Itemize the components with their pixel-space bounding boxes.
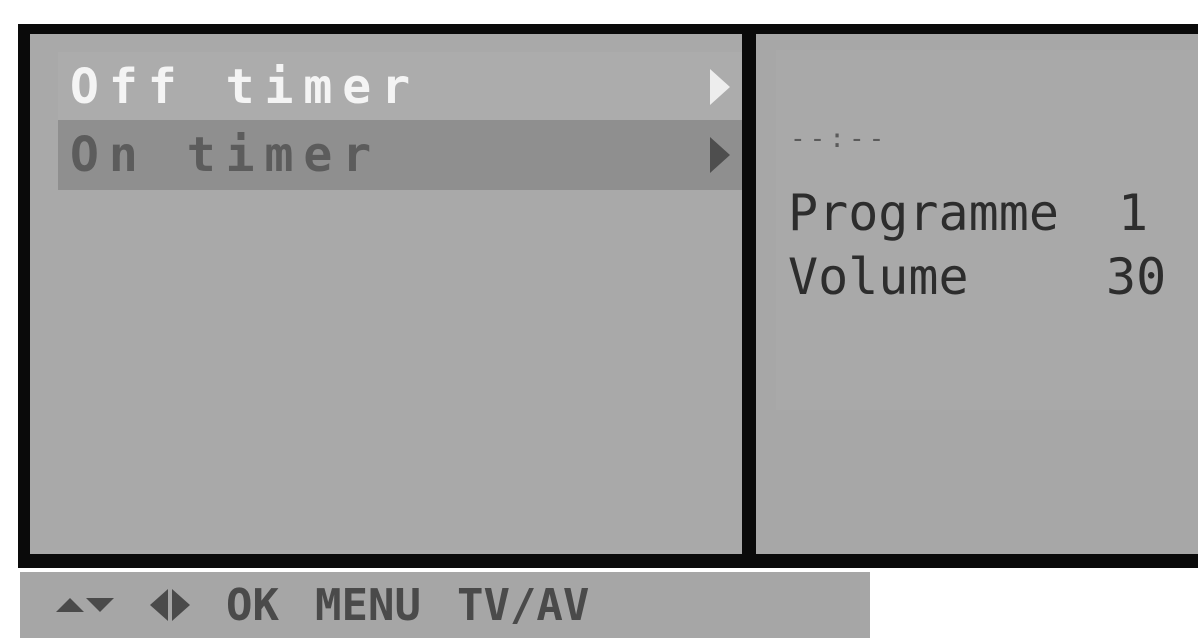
panel-divider	[742, 24, 756, 568]
ok-hint: OK	[226, 579, 279, 631]
off-timer-label: Off timer	[70, 59, 421, 115]
tv-osd-screen: Off timer On timer --:-- Programme 1 Vol…	[18, 24, 1198, 568]
tvav-hint: TV/AV	[456, 579, 590, 631]
timer-info-panel: --:-- Programme 1 Volume 30	[756, 34, 1198, 554]
programme-value: 1	[1118, 184, 1149, 242]
volume-label: Volume	[788, 248, 969, 306]
volume-row: Volume 30	[788, 248, 1166, 306]
left-right-arrows-icon	[150, 589, 190, 621]
navigation-help-bar: OK MENU TV/AV	[20, 572, 870, 638]
menu-item-off-timer[interactable]: Off timer	[58, 52, 748, 122]
programme-label: Programme	[788, 184, 1059, 242]
up-down-arrows-icon	[56, 598, 114, 612]
volume-value: 30	[1106, 248, 1167, 306]
on-timer-label: On timer	[70, 127, 382, 183]
timer-menu-panel: Off timer On timer	[30, 34, 748, 554]
programme-row: Programme 1	[788, 184, 1148, 242]
chevron-right-icon	[710, 137, 730, 173]
menu-hint: MENU	[314, 579, 421, 631]
timer-time-value: --:--	[790, 124, 889, 154]
chevron-right-icon	[710, 69, 730, 105]
menu-item-on-timer[interactable]: On timer	[58, 120, 748, 190]
